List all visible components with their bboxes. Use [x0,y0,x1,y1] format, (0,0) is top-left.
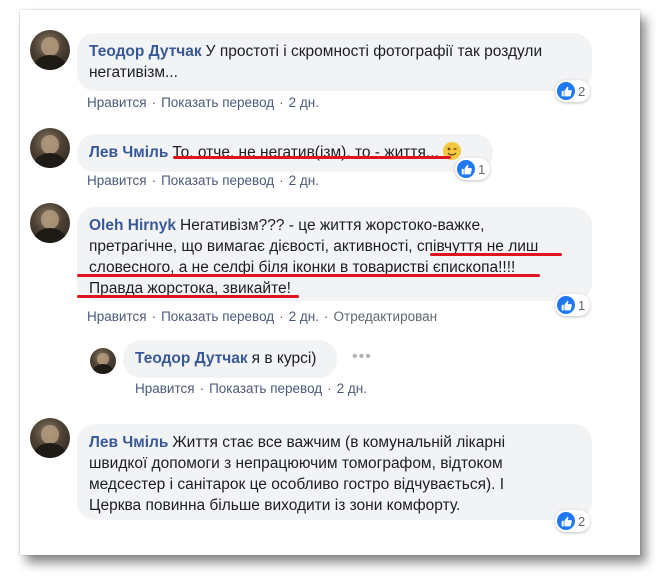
red-underline-mark [173,156,451,159]
show-translation-link[interactable]: Показать перевод [161,95,274,110]
avatar[interactable] [30,418,70,458]
comment-actions: Нравится · Показать перевод · 2 дн. · Отредакт… [87,309,438,324]
reaction-count: 2 [578,83,586,99]
comment-author[interactable]: Теодор Дутчак [89,43,202,60]
reaction-count: 2 [578,513,586,529]
comments-panel: Теодор Дутчак У простоті і скромності фот… [20,10,640,555]
comment-bubble: Лев Чміль Життя стає все важчим (в комуна… [77,424,592,520]
comment-text-line: Церква повинна більше виходити із зони к… [89,497,461,514]
comment-author[interactable]: Теодор Дутчак [135,350,248,367]
like-link[interactable]: Нравится [87,173,147,188]
comment-author[interactable]: Лев Чміль [89,434,168,451]
comment-text-line: медсестер і санітарок це особливо гостро… [89,476,505,493]
show-translation-link[interactable]: Показать перевод [161,173,274,188]
comment-text-line: У простоті і скромності фотографії так р… [205,43,543,60]
comment-actions: Нравится · Показать перевод · 2 дн. [87,95,320,110]
reaction-count-badge[interactable]: 1 [555,294,591,316]
timestamp-link[interactable]: 2 дн. [289,95,319,110]
like-icon [557,512,575,530]
avatar[interactable] [90,348,116,374]
like-link[interactable]: Нравится [87,95,147,110]
like-icon [457,160,475,178]
show-translation-link[interactable]: Показать перевод [209,381,322,396]
like-link[interactable]: Нравится [87,309,147,324]
like-icon [557,296,575,314]
reaction-count-badge[interactable]: 2 [555,510,591,532]
reaction-count-badge[interactable]: 2 [555,80,591,102]
red-underline-mark [77,274,540,277]
avatar[interactable] [30,30,70,70]
reply-bubble: Теодор Дутчак я в курсі) [123,340,337,378]
comment-text-line: швидкої допомоги з непрацюючим томографо… [89,455,503,472]
avatar[interactable] [30,203,70,243]
reaction-count: 1 [478,161,486,177]
comment-actions: Нравится · Показать перевод · 2 дн. [87,173,320,188]
red-underline-mark [77,295,299,298]
like-link[interactable]: Нравится [135,381,195,396]
reaction-count-badge[interactable]: 1 [455,158,491,180]
timestamp-link[interactable]: 2 дн. [289,309,319,324]
reaction-count: 1 [578,297,586,313]
avatar[interactable] [30,128,70,168]
comment-text-line: Життя стає все важчим (в комунальній лік… [172,434,506,451]
edited-label: Отредактирован [333,309,438,324]
comment-bubble: Лев Чміль То, отче, не негатив(ізм), то -… [77,134,493,172]
comment-author[interactable]: Oleh Hirnyk [89,217,176,234]
timestamp-link[interactable]: 2 дн. [289,173,319,188]
comment-text-line: Негативізм??? - це життя жорстоко-важке, [180,217,485,234]
more-options-icon[interactable]: ••• [352,348,372,366]
comment-text-line: негативізм... [89,64,178,81]
comment-bubble: Теодор Дутчак У простоті і скромності фот… [77,33,592,91]
like-icon [557,82,575,100]
comment-text: я в курсі) [251,350,317,367]
timestamp-link[interactable]: 2 дн. [337,381,367,396]
comment-author[interactable]: Лев Чміль [89,144,168,161]
show-translation-link[interactable]: Показать перевод [161,309,274,324]
red-underline-mark [430,253,562,256]
comment-actions: Нравится · Показать перевод · 2 дн. [135,381,368,396]
